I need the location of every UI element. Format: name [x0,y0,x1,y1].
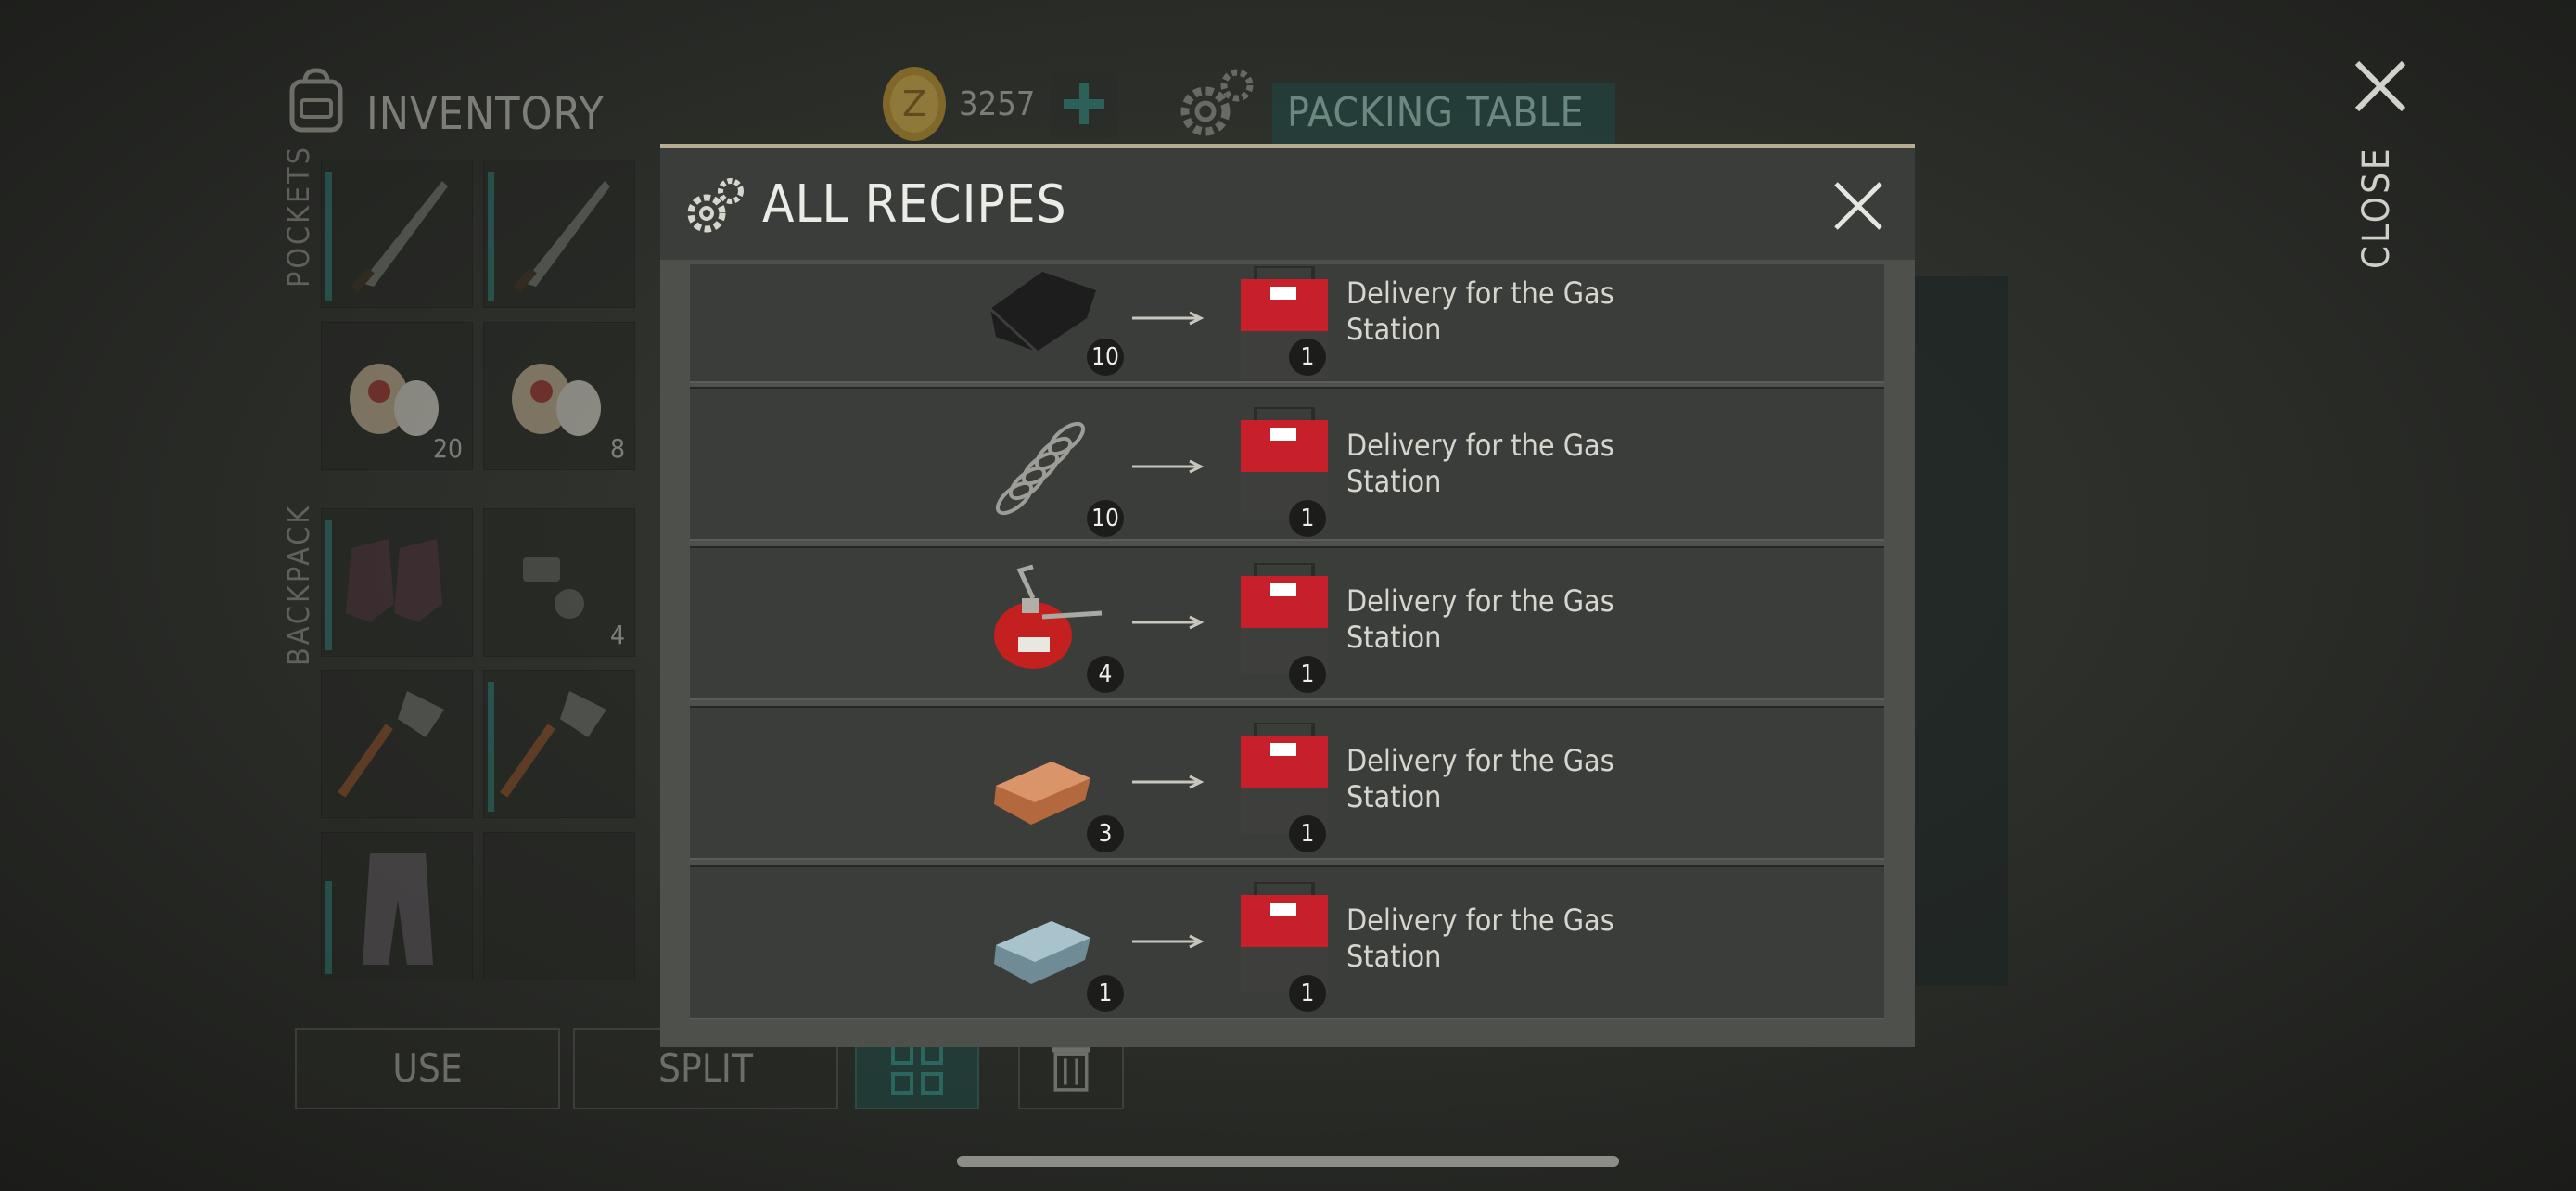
coin-balance: 3257 [959,85,1036,123]
close-icon[interactable] [2352,58,2409,115]
spring-icon [995,421,1086,516]
detail-panel [1915,276,2008,986]
recipe-name: Delivery for the Gas Station [1346,583,1614,655]
output-count: 1 [1289,975,1326,1012]
input-count: 1 [1087,975,1124,1012]
grid-sort-icon [891,1043,943,1095]
arrow-right-icon [1132,615,1205,630]
machete-icon [513,181,610,293]
recipe-row[interactable]: 10 1 Delivery for the Gas Station [690,387,1884,541]
station-title: PACKING TABLE [1272,83,1615,144]
trash-icon [1052,1047,1090,1092]
pocket-slot[interactable] [483,160,635,308]
bandage-icon [512,364,601,436]
shovel-icon [500,691,606,798]
recipe-name: Delivery for the Gas Station [1346,428,1614,499]
recipe-list[interactable]: 10 1 Delivery for the Gas Station 10 1 D… [690,264,1884,1036]
close-icon[interactable] [1832,180,1884,232]
pants-icon [363,853,433,965]
item-count: 20 [432,433,463,464]
recipe-row[interactable]: 4 1 Delivery for the Gas Station [690,546,1884,700]
input-count: 3 [1087,815,1124,852]
use-button[interactable]: USE [295,1028,560,1109]
machete-icon [351,181,448,293]
output-count: 1 [1289,339,1326,376]
home-indicator[interactable] [957,1156,1619,1167]
backpack-slot[interactable] [321,670,473,818]
pockets-label: POCKETS [281,144,316,288]
coin-icon: Z [883,67,946,141]
backpack-slot[interactable] [483,832,635,980]
input-count: 10 [1087,500,1124,537]
add-coins-button[interactable] [1051,70,1117,137]
boots-icon [346,539,442,622]
recipe-name: Delivery for the Gas Station [1346,275,1614,347]
modal-title: ALL RECIPES [762,174,1067,235]
modal-header: ALL RECIPES [660,148,1915,260]
recipe-row[interactable]: 10 1 Delivery for the Gas Station [690,264,1884,383]
plus-icon [1064,83,1104,124]
input-count: 4 [1087,656,1124,693]
arrow-right-icon [1132,775,1205,789]
pocket-slot[interactable]: 8 [483,322,635,470]
svg-text:Z: Z [902,83,926,124]
close-label[interactable]: CLOSE [2355,146,2398,269]
oil-can-icon [994,564,1103,669]
all-recipes-modal: ALL RECIPES 10 1 Delivery for the Gas St… [660,144,1915,1047]
backpack-label: BACKPACK [281,503,316,666]
bolt-nut-icon [523,557,584,619]
steel-ingot-icon [994,921,1090,984]
output-count: 1 [1289,815,1326,852]
backpack-slot[interactable] [321,832,473,980]
pocket-slot[interactable] [321,160,473,308]
arrow-right-icon [1132,311,1205,326]
gears-icon [1180,69,1254,136]
recipe-row[interactable]: 3 1 Delivery for the Gas Station [690,706,1884,860]
recipe-name: Delivery for the Gas Station [1346,903,1614,974]
pocket-slot[interactable]: 20 [321,322,473,470]
arrow-right-icon [1132,459,1205,474]
backpack-slot[interactable] [483,670,635,818]
arrow-right-icon [1132,934,1205,949]
input-count: 10 [1087,339,1124,376]
recipe-name: Delivery for the Gas Station [1346,743,1614,814]
backpack-icon [289,68,343,133]
output-count: 1 [1289,500,1326,537]
shovel-icon [338,691,444,798]
backpack-slot[interactable]: 4 [483,508,635,657]
item-count: 4 [609,620,625,650]
copper-ingot-icon [994,762,1090,825]
item-count: 8 [609,433,625,464]
output-count: 1 [1289,656,1326,693]
backpack-slot[interactable] [321,508,473,657]
inventory-title: INVENTORY [366,88,605,140]
gears-icon [687,178,744,233]
recipe-row[interactable]: 1 1 Delivery for the Gas Station [690,865,1884,1019]
